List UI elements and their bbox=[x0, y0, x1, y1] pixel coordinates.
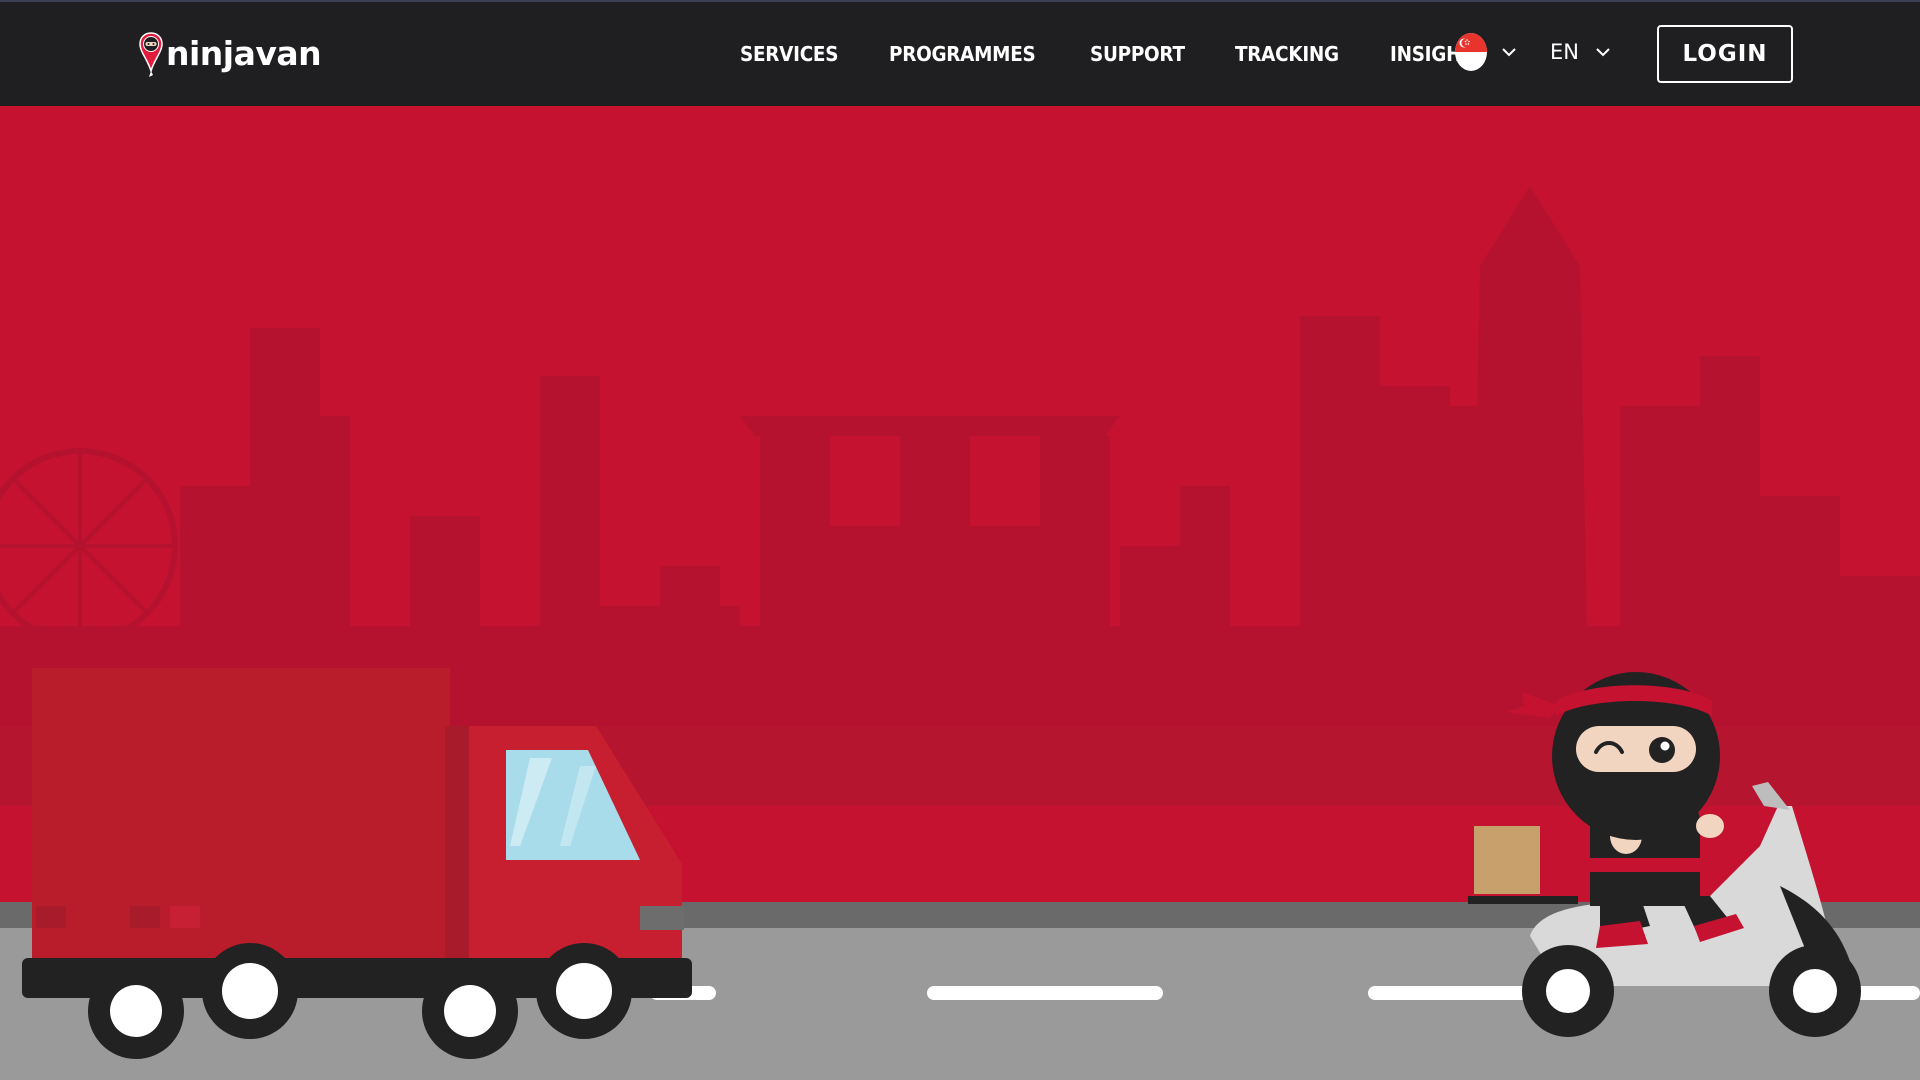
nav-support[interactable]: SUPPORT bbox=[1090, 42, 1185, 66]
brand-name: ninjavan bbox=[166, 33, 322, 73]
country-selector[interactable] bbox=[1455, 33, 1517, 71]
truck-wheel bbox=[422, 963, 518, 1059]
scooter-wheel bbox=[1522, 945, 1614, 1037]
truck-wheel bbox=[202, 943, 298, 1039]
nav-programmes[interactable]: PROGRAMMES bbox=[889, 42, 1036, 66]
scooter-wheel bbox=[1769, 945, 1861, 1037]
ninjavan-logo[interactable]: ninjavan bbox=[138, 30, 322, 80]
nav-services[interactable]: SERVICES bbox=[740, 42, 838, 66]
main-nav: SERVICES PROGRAMMES SUPPORT TRACKING INS… bbox=[740, 2, 1537, 106]
nav-tracking[interactable]: TRACKING bbox=[1235, 42, 1339, 66]
language-selector[interactable]: EN bbox=[1550, 40, 1611, 64]
chevron-down-icon bbox=[1596, 48, 1610, 57]
login-button[interactable]: LOGIN bbox=[1657, 25, 1793, 83]
top-navbar: ninjavan SERVICES PROGRAMMES SUPPORT TRA… bbox=[0, 0, 1920, 106]
hero-illustration bbox=[0, 106, 1920, 1080]
truck-wheel bbox=[536, 943, 632, 1039]
singapore-flag-icon bbox=[1455, 33, 1487, 71]
ninja-pin-icon bbox=[139, 32, 163, 77]
page: ninjavan SERVICES PROGRAMMES SUPPORT TRA… bbox=[0, 0, 1920, 1080]
chevron-down-icon bbox=[1502, 48, 1516, 57]
language-label: EN bbox=[1550, 40, 1579, 64]
truck-wheel bbox=[88, 963, 184, 1059]
